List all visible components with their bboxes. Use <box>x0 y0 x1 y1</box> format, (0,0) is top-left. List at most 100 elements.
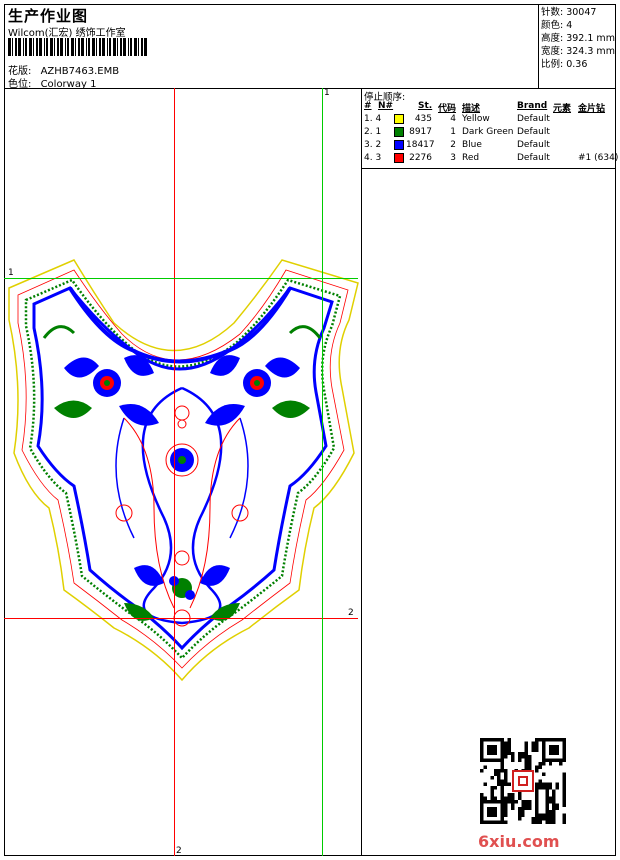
guide-horizontal-red-2 <box>4 618 358 619</box>
qr-module <box>531 744 536 749</box>
guide-label-h2: 2 <box>348 608 354 618</box>
qr-module <box>552 820 556 824</box>
qr-module <box>528 755 532 759</box>
qr-module <box>504 741 508 745</box>
qr-module <box>548 782 553 787</box>
qr-module <box>524 806 529 811</box>
qr-module <box>500 768 505 773</box>
qr-module <box>535 803 539 807</box>
qr-module <box>535 738 539 742</box>
qr-module <box>552 803 556 807</box>
qr-module <box>517 813 522 818</box>
qr-module <box>504 755 508 759</box>
qr-module <box>524 762 529 766</box>
qr-module <box>545 806 549 811</box>
barcode-bar <box>8 38 11 56</box>
barcode-bar <box>33 38 34 56</box>
row-stitches: 8917 <box>409 127 432 137</box>
qr-module <box>524 748 529 752</box>
qr-module <box>545 803 549 807</box>
qr-module <box>517 793 522 797</box>
guide-label-h1: 1 <box>8 268 14 278</box>
qr-module <box>507 796 511 800</box>
guide-vertical-red-2 <box>174 88 175 856</box>
qr-module <box>538 779 542 783</box>
qr-module <box>524 799 529 804</box>
qr-module <box>524 744 529 749</box>
qr-module <box>521 813 525 818</box>
qr-module <box>548 786 553 790</box>
barcode-bar <box>117 38 118 56</box>
row-brand: Default <box>517 153 550 163</box>
stop-sequence-row[interactable]: 1. 4 435 4 Yellow Default <box>362 114 616 127</box>
qr-module <box>510 806 515 811</box>
qr-module <box>500 779 505 783</box>
qr-module <box>545 810 549 814</box>
qr-module <box>510 755 515 759</box>
qr-module <box>504 775 508 780</box>
qr-module <box>562 789 566 794</box>
qr-module <box>514 799 518 804</box>
stop-sequence-row[interactable]: 3. 2 18417 2 Blue Default <box>362 140 616 153</box>
qr-module <box>548 744 560 756</box>
qr-module <box>493 768 498 773</box>
qr-module <box>524 741 529 745</box>
qr-module <box>507 748 511 752</box>
qr-module <box>517 806 522 811</box>
qr-module <box>555 786 560 790</box>
flower-bottom <box>124 565 240 621</box>
stop-sequence-row[interactable]: 2. 1 8917 1 Dark Green Default <box>362 127 616 140</box>
qr-module <box>548 796 553 800</box>
qr-module <box>510 758 515 763</box>
stop-sequence-row[interactable]: 4. 3 2276 3 Red Default #1 (634) <box>362 153 618 166</box>
qr-module <box>545 799 549 804</box>
qr-module <box>555 806 560 811</box>
qr-module <box>504 768 508 773</box>
row-brand: Default <box>517 127 550 137</box>
barcode-bar <box>92 38 95 56</box>
qr-module <box>493 786 498 790</box>
qr-module <box>500 786 505 790</box>
barcode-bar <box>15 38 17 56</box>
qr-module <box>486 806 498 818</box>
design-canvas[interactable]: 1 1 2 2 <box>4 88 362 856</box>
barcode-bar <box>102 38 105 56</box>
qr-module <box>555 803 560 807</box>
barcode-bar <box>67 38 69 56</box>
barcode-bar <box>18 38 21 56</box>
qr-module <box>504 779 508 783</box>
qr-module <box>490 796 494 800</box>
qr-module <box>562 782 566 787</box>
qr-module <box>535 810 539 814</box>
qr-module <box>562 813 566 818</box>
qr-module <box>497 775 501 780</box>
qr-module <box>500 765 505 769</box>
qr-module <box>504 810 508 814</box>
panel-divider <box>362 168 616 169</box>
qr-module <box>521 751 525 756</box>
row-index: 1. 4 <box>364 114 382 124</box>
barcode-bar <box>123 38 126 56</box>
color-swatch-icon <box>394 140 404 150</box>
row-code: 2 <box>450 140 456 150</box>
qr-module <box>483 765 487 769</box>
qr-module <box>528 799 532 804</box>
qr-module <box>555 782 560 787</box>
row-index: 3. 2 <box>364 140 382 150</box>
qr-module <box>507 738 511 742</box>
row-index: 4. 3 <box>364 153 382 163</box>
qr-module <box>517 810 522 814</box>
qr-module <box>552 806 556 811</box>
qr-module <box>538 765 542 769</box>
qr-module <box>480 793 484 797</box>
qr-module <box>507 751 511 756</box>
qr-module <box>531 748 536 752</box>
qr-module <box>510 796 515 800</box>
qr-module <box>510 803 515 807</box>
qr-module <box>535 793 539 797</box>
qr-module <box>524 755 529 759</box>
qr-module <box>545 782 549 787</box>
qr-module <box>528 762 532 766</box>
qr-module <box>541 782 546 787</box>
barcode-bar <box>113 38 116 56</box>
